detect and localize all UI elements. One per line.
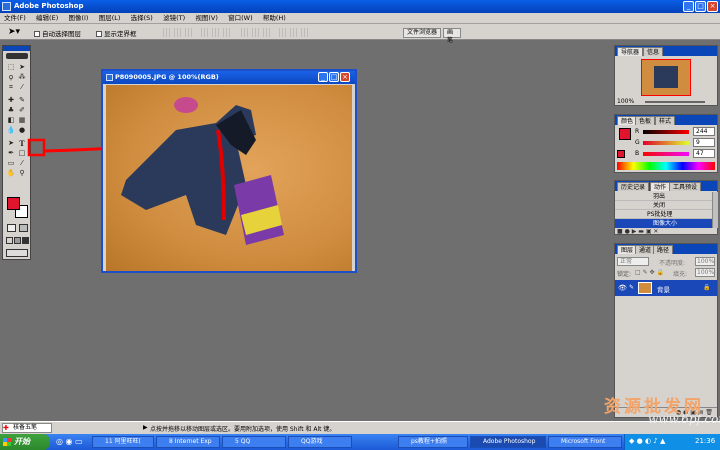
taskbar: 开始 ◎ ◉ ▭ 11 阿里旺旺( 8 Internet Exp 5 QQ QQ… [0,434,720,450]
channel-b-value[interactable]: 47 [693,149,715,158]
color-fg-swatch[interactable] [619,128,631,140]
tab-color[interactable]: 颜色 [617,116,638,125]
eye-icon[interactable]: 👁 [618,284,627,292]
tab-swatches[interactable]: 色板 [635,116,656,125]
channel-r-value[interactable]: 244 [693,127,715,136]
channel-r-slider[interactable] [643,130,689,134]
doc-minimize-button[interactable]: _ [318,72,328,82]
navigator-tabs: 导航器 信息 [615,46,717,56]
history-item-selected[interactable]: 图像大小 [615,219,712,228]
status-arrow-icon: ▶ [143,424,148,431]
tab-styles[interactable]: 样式 [655,116,676,125]
tab-navigator[interactable]: 导航器 [617,47,644,56]
lock-icon: 🔒 [703,284,711,291]
ime-icon[interactable]: ✚ [3,424,9,432]
layers-tabs: 图层 通道 路径 [615,244,717,254]
color-alt-swatch[interactable] [617,150,625,158]
watermark-url: www.6pf.com [648,412,720,426]
tab-actions[interactable]: 动作 [650,182,671,191]
history-scrollbar[interactable] [712,192,718,228]
doc-maximize-button[interactable]: □ [329,72,339,82]
action-controls[interactable]: ■ ● ▶ ▬ ▣ ✕ [617,229,715,235]
task-button[interactable]: 8 Internet Exp [156,436,220,448]
thumbnail-jacket [654,66,678,88]
color-panel: 颜色 色板 样式 R 244 G 9 B 47 [614,114,718,173]
history-item[interactable]: 关闭 [615,201,712,210]
blend-mode-select[interactable]: 正常 [617,257,649,266]
brush-icon: ✎ [629,284,635,291]
flower-decoration [174,97,198,113]
tab-paths[interactable]: 路径 [653,245,674,254]
color-tabs: 颜色 色板 样式 [615,115,717,125]
opacity-label: 不透明度: [659,260,686,267]
opacity-field[interactable]: 100% [695,257,715,266]
navigator-panel: 导航器 信息 100% [614,45,718,106]
channel-r-label: R [635,128,640,135]
channel-g-slider[interactable] [643,141,689,145]
document-window[interactable]: P8090005.JPG @ 100%(RGB) _ □ × [101,69,357,273]
tab-history[interactable]: 历史记录 [617,182,650,191]
layer-thumbnail [638,282,652,294]
navigator-thumbnail[interactable] [641,59,691,96]
tab-channels[interactable]: 通道 [635,245,656,254]
photo-content [121,97,284,245]
history-item[interactable]: 羽出 [615,192,712,201]
fill-field[interactable]: 100% [695,268,715,277]
task-button[interactable]: ps教程+拍照 [398,436,468,448]
clock[interactable]: 21:36 [695,437,715,445]
tab-tool-presets[interactable]: 工具预设 [669,182,702,191]
status-bar: 核备五笔 ✚ 点按并拖移以移动图层或选区。要用附加选项，使用 Shift 和 A… [0,421,720,434]
windows-flag-icon [3,438,11,446]
channel-b-slider[interactable] [643,152,689,156]
channel-b-label: B [635,150,640,157]
tab-layers[interactable]: 图层 [617,245,638,254]
lock-icons[interactable]: □ ✎ ✥ 🔒 [635,269,664,276]
task-button-active[interactable]: Adobe Photoshop [470,436,546,448]
task-button[interactable]: 5 QQ [222,436,286,448]
layer-row-background[interactable]: 👁 ✎ 背景 🔒 [615,280,717,296]
document-icon [106,74,113,81]
system-tray: ◆ ● ◐ ♪ ▲ 21:36 [624,434,720,450]
status-message: 点按并拖移以移动图层或选区。要用附加选项，使用 Shift 和 Alt 键。 [150,426,336,433]
history-item[interactable]: PS批处理 [615,210,712,219]
lock-label: 锁定: [617,271,632,278]
color-spectrum-bar[interactable] [617,162,715,170]
fill-label: 填充: [673,271,688,278]
history-tabs: 历史记录 动作 工具预设 [615,181,717,191]
doc-close-button[interactable]: × [340,72,350,82]
ime-status[interactable]: 核备五笔 [2,423,52,433]
task-button[interactable]: Microsoft Front [548,436,622,448]
channel-g-value[interactable]: 9 [693,138,715,147]
magazine [234,175,284,245]
layer-name: 背景 [657,286,670,294]
foreground-color-swatch[interactable] [7,197,20,210]
annotation-box [27,138,46,157]
navigator-zoom-slider[interactable] [645,101,705,103]
tray-icons[interactable]: ◆ ● ◐ ♪ ▲ [629,437,665,445]
channel-g-label: G [635,139,640,146]
navigator-zoom[interactable]: 100% [617,98,634,105]
image-canvas[interactable] [106,85,352,271]
task-button[interactable]: 11 阿里旺旺( [92,436,154,448]
task-button[interactable]: QQ游戏 [288,436,352,448]
tab-info[interactable]: 信息 [643,47,664,56]
history-panel: 历史记录 动作 工具预设 羽出 关闭 PS批处理 图像大小 ■ ● ▶ ▬ ▣ … [614,180,718,235]
quicklaunch-icons[interactable]: ◎ ◉ ▭ [56,437,83,446]
